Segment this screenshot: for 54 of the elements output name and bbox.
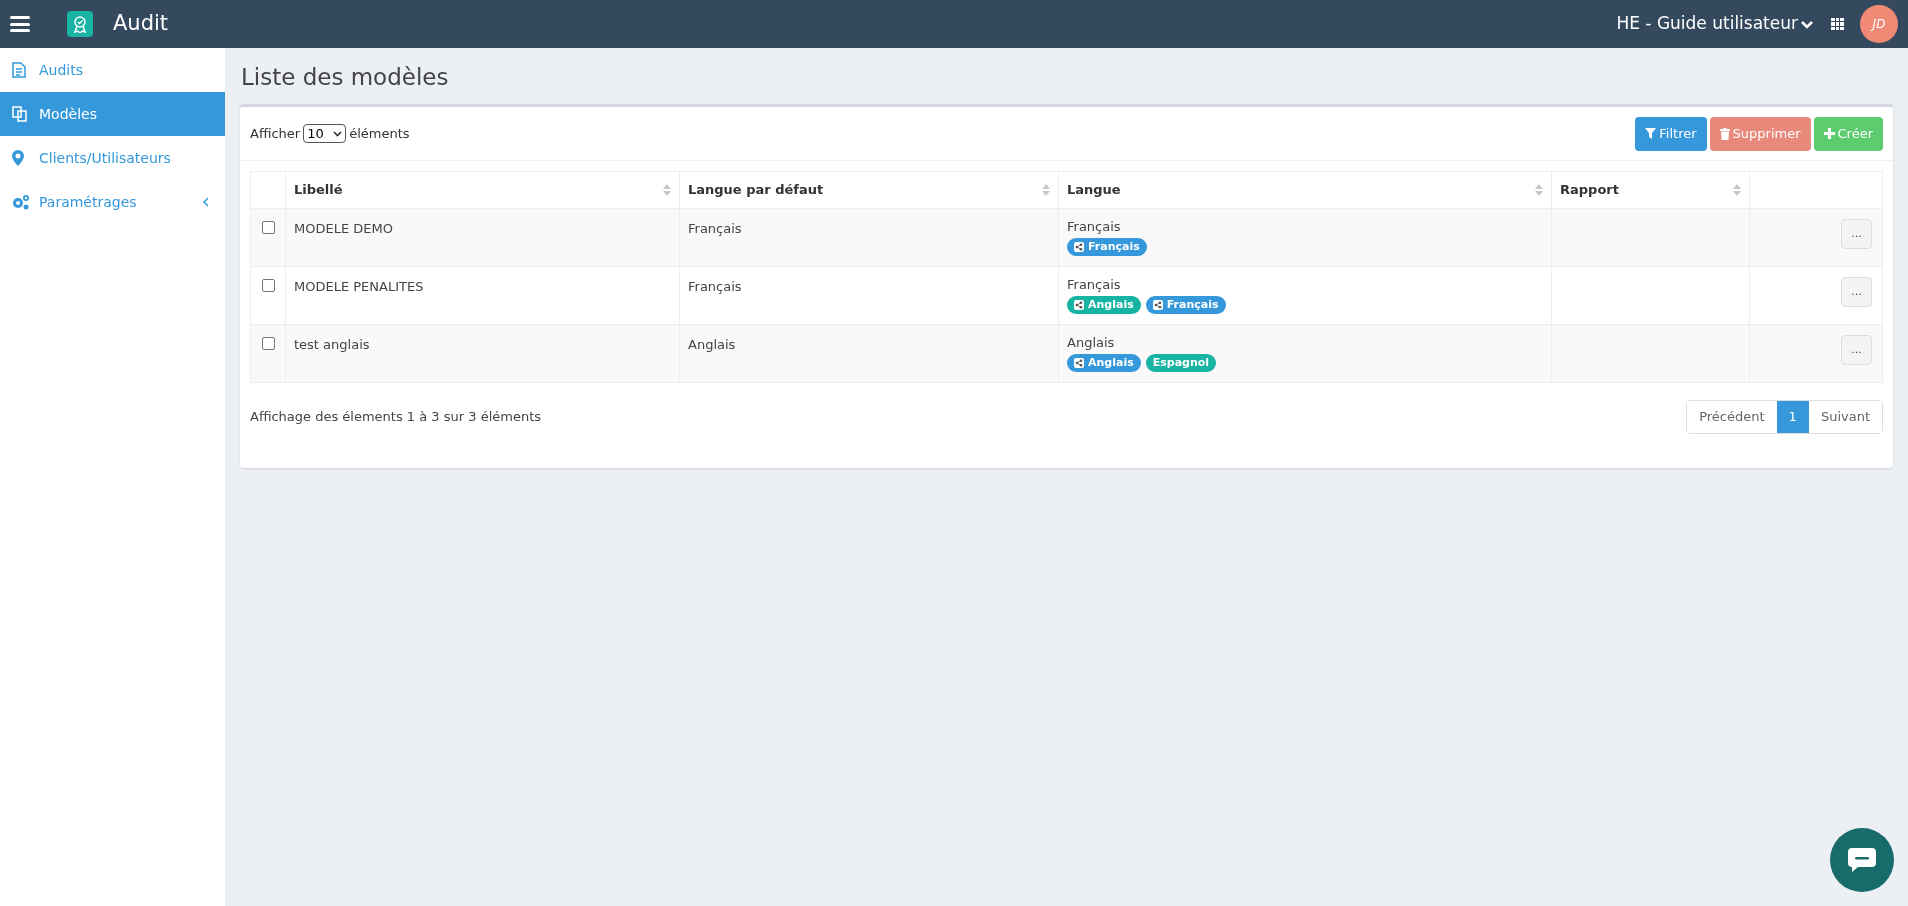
share-icon (1074, 358, 1084, 368)
more-button[interactable]: ... (1841, 277, 1872, 307)
trash-icon (1719, 127, 1730, 140)
plus-icon (1823, 128, 1835, 139)
share-icon (1152, 300, 1163, 310)
table-cell: test anglais (294, 337, 370, 352)
chat-bubble-icon (1848, 848, 1876, 872)
column-header[interactable]: Rapport (1560, 180, 1619, 200)
table-cell: Français (688, 279, 742, 294)
column-header[interactable]: Langue (1067, 180, 1121, 200)
show-label: Afficher (250, 124, 301, 143)
row-checkbox[interactable] (261, 221, 275, 234)
table-info: Affichage des élements 1 à 3 sur 3 éléments (250, 408, 542, 427)
column-header[interactable]: Langue par défaut (688, 180, 824, 200)
table-cell: MODELE PENALITES (294, 279, 424, 294)
language-tag: Anglais (1067, 354, 1141, 372)
chevron-down-icon (333, 130, 343, 137)
table-cell-text: Anglais (1067, 335, 1116, 351)
chevron-down-icon (1801, 19, 1813, 29)
table-cell: MODELE DEMO (294, 221, 393, 236)
table-cell-text: Français (1067, 219, 1122, 235)
column-header[interactable]: Libellé (294, 180, 343, 200)
copy-icon (12, 106, 28, 122)
filter-icon (1645, 128, 1657, 139)
language-tag: Espagnol (1145, 354, 1217, 372)
language-tag: Français (1067, 238, 1147, 256)
table-cell: Français (688, 221, 742, 236)
sidebar-item[interactable]: Audits (0, 48, 225, 92)
more-button[interactable]: ... (1841, 335, 1872, 365)
pagination-button[interactable]: 1 (1776, 401, 1809, 433)
language-tag: Français (1145, 296, 1226, 314)
filter-button[interactable]: Filtrer (1635, 116, 1707, 151)
sidebar-item[interactable]: Modèles (0, 92, 225, 136)
more-button[interactable]: ... (1841, 219, 1872, 249)
gears-icon (12, 194, 30, 210)
share-icon (1074, 300, 1084, 310)
language-tag: Anglais (1067, 296, 1141, 314)
sidebar-item[interactable]: Paramétrages (0, 180, 225, 224)
table-cell: Anglais (688, 337, 736, 352)
badge-logo-icon (67, 11, 93, 37)
page-title: Liste des modèles (241, 63, 450, 92)
apps-grid-icon[interactable] (1831, 17, 1844, 31)
row-checkbox[interactable] (261, 337, 275, 350)
document-icon (12, 62, 26, 78)
entries-label: éléments (349, 124, 410, 143)
workspace-dropdown[interactable]: HE - Guide utilisateur (1616, 11, 1813, 37)
app-name: Audit (113, 10, 169, 38)
share-icon (1074, 242, 1084, 252)
page-size-select[interactable]: 10 (303, 124, 347, 143)
map-pin-icon (12, 150, 24, 166)
row-checkbox[interactable] (261, 279, 275, 292)
sidebar-item[interactable]: Clients/Utilisateurs (0, 136, 225, 180)
menu-icon[interactable] (10, 15, 30, 33)
table-cell-text: Français (1067, 277, 1122, 293)
